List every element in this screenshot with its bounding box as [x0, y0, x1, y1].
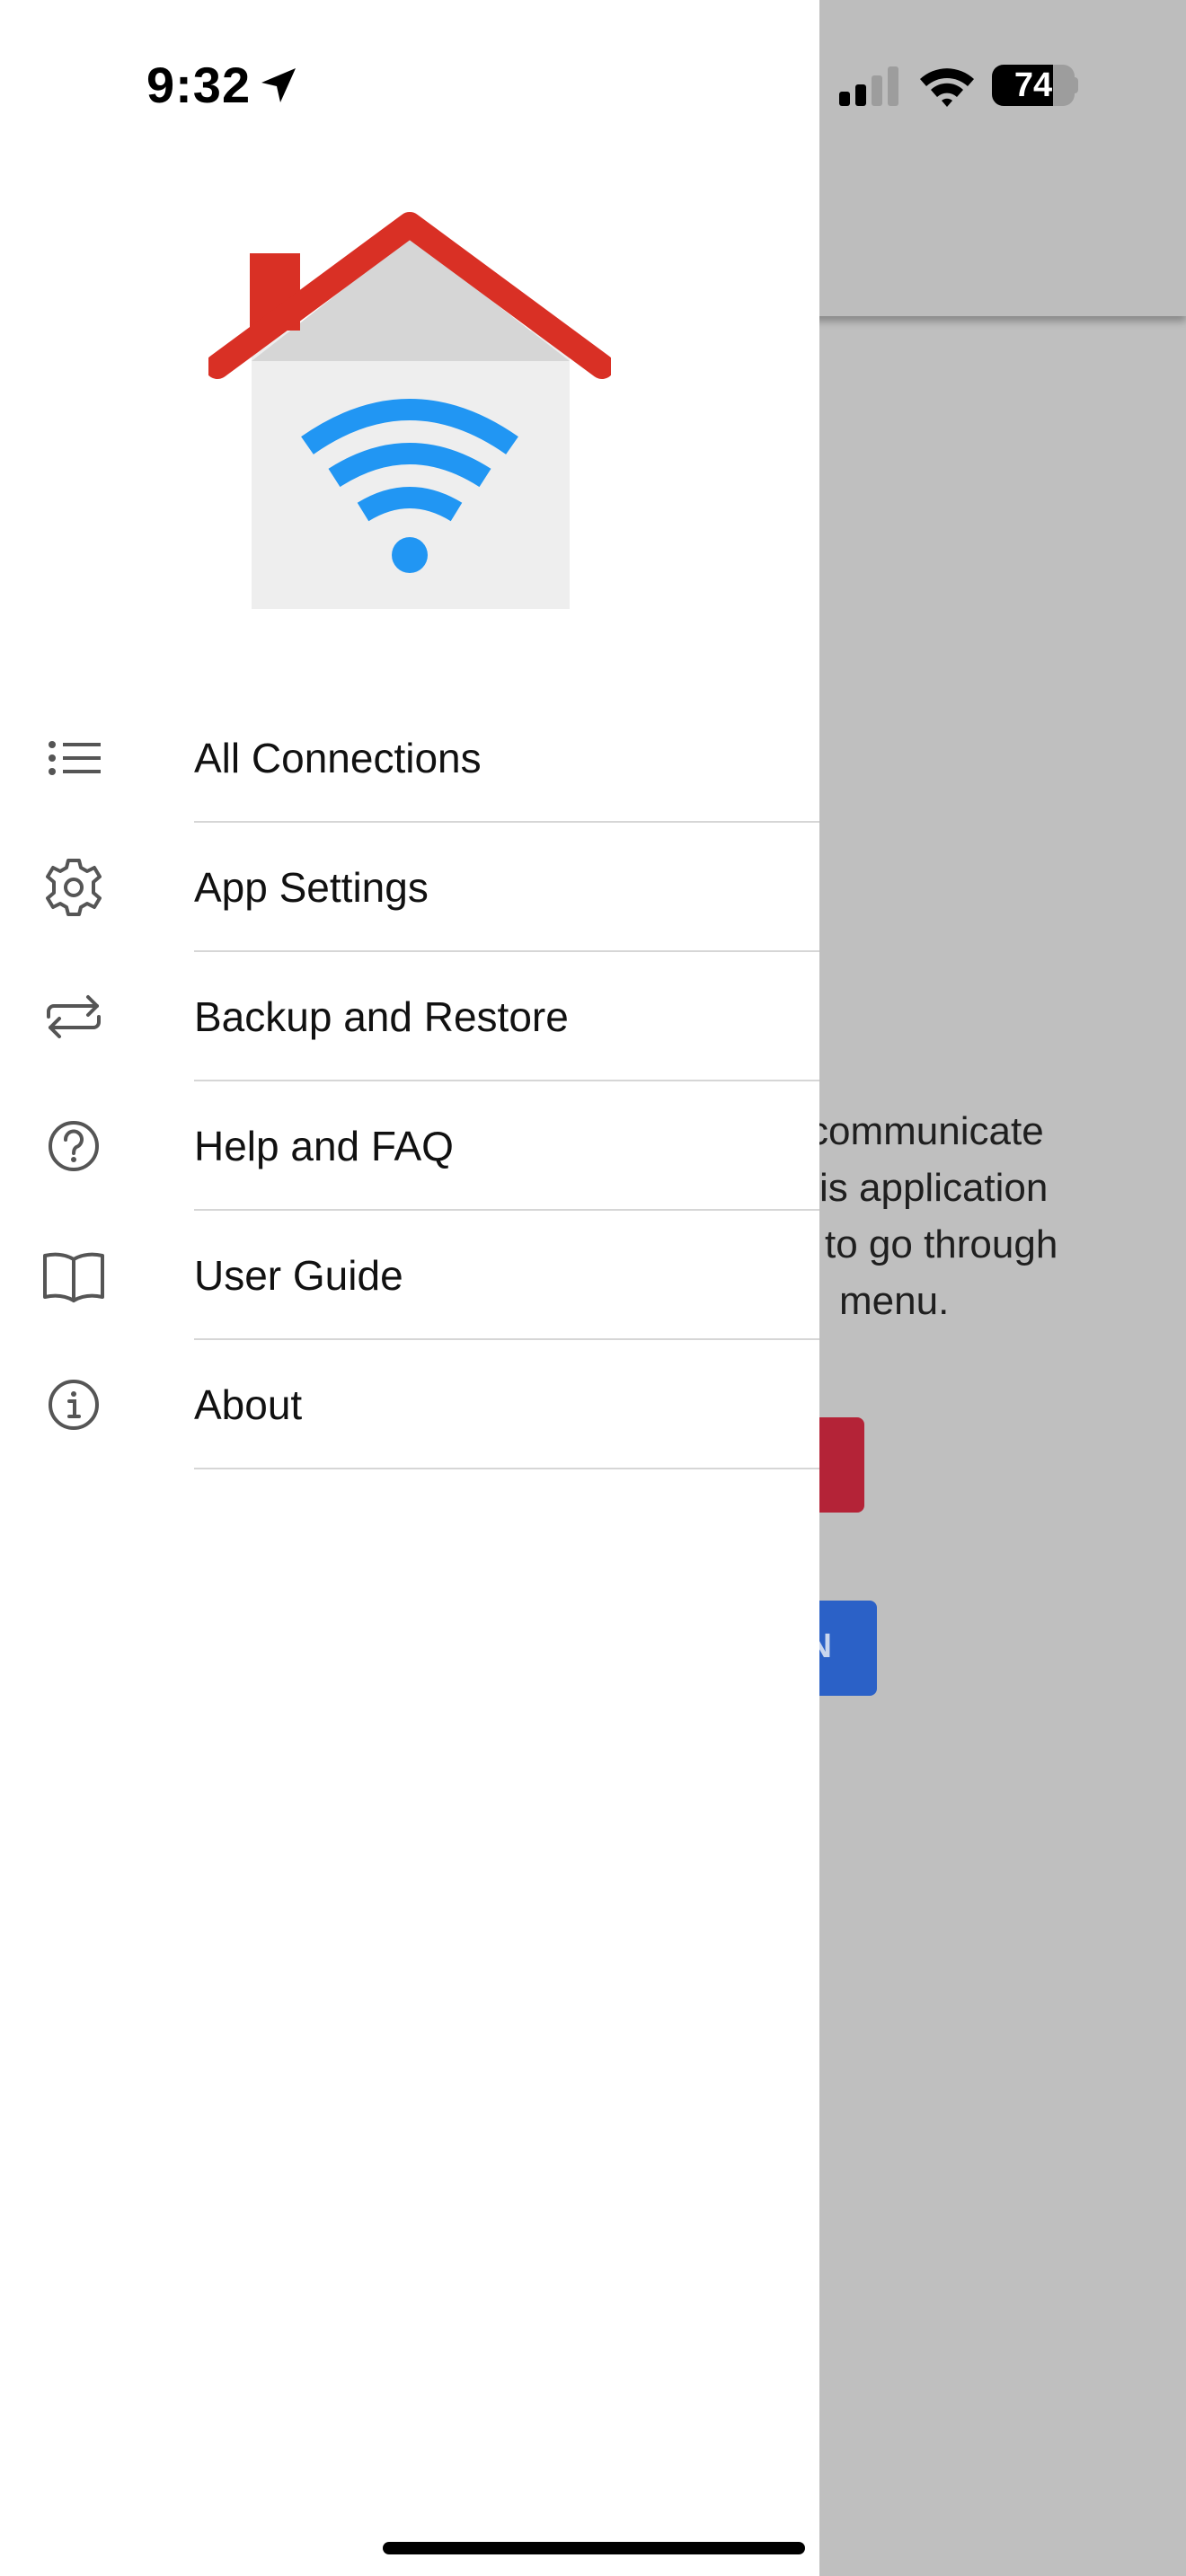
battery-icon: 74 [992, 65, 1075, 106]
list-icon [49, 741, 101, 775]
menu-label: All Connections [194, 735, 482, 781]
menu-item-backup-restore[interactable]: Backup and Restore [0, 952, 819, 1081]
wifi-icon [920, 68, 974, 107]
gear-icon [46, 859, 102, 916]
help-circle-icon [49, 1121, 99, 1171]
menu-label: App Settings [194, 864, 429, 911]
drawer-menu: All Connections App Settings Backup and … [0, 693, 819, 1469]
menu-label: Help and FAQ [194, 1123, 454, 1169]
navigation-drawer: All Connections App Settings Backup and … [0, 0, 819, 2576]
info-circle-icon [49, 1380, 99, 1430]
divider [194, 1468, 819, 1469]
menu-label: User Guide [194, 1252, 403, 1299]
menu-label: Backup and Restore [194, 993, 569, 1040]
menu-item-all-connections[interactable]: All Connections [0, 693, 819, 823]
menu-item-user-guide[interactable]: User Guide [0, 1211, 819, 1340]
status-bar: 9:32 74 [0, 0, 1186, 171]
status-time: 9:32 [146, 57, 252, 113]
battery-tip [1071, 77, 1078, 93]
house-wifi-logo [208, 212, 611, 609]
sync-arrows-icon [47, 995, 101, 1038]
home-indicator[interactable] [383, 2542, 805, 2554]
battery-level: 74 [1013, 66, 1053, 104]
book-icon [43, 1252, 104, 1302]
menu-item-about[interactable]: About [0, 1340, 819, 1469]
menu-item-app-settings[interactable]: App Settings [0, 823, 819, 952]
menu-item-help-faq[interactable]: Help and FAQ [0, 1081, 819, 1211]
menu-label: About [194, 1381, 303, 1428]
cellular-signal-icon [839, 66, 898, 106]
location-arrow-icon [261, 68, 296, 102]
